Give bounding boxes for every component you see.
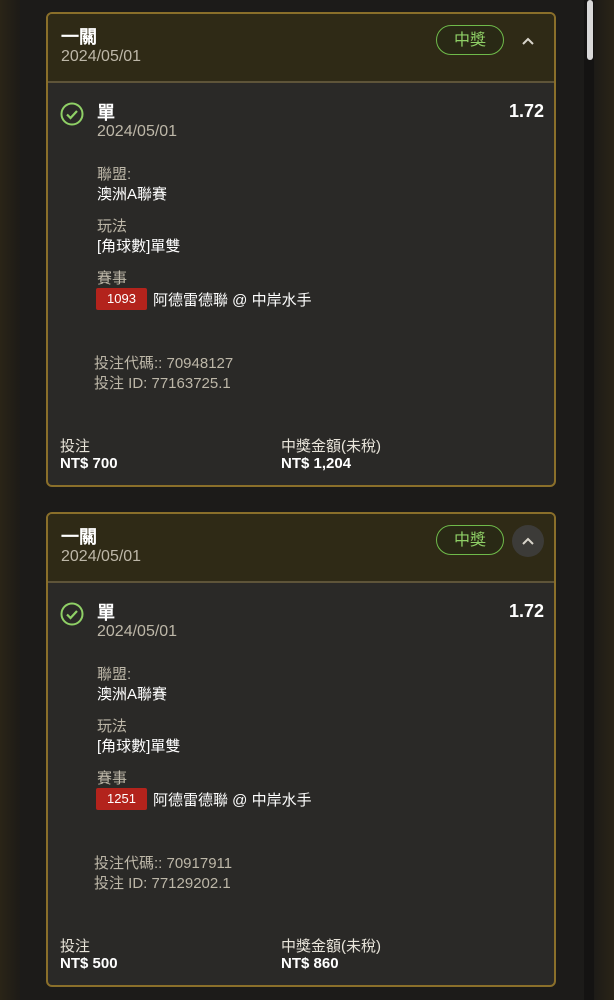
chevron-up-icon (522, 37, 534, 45)
bet-code: 投注代碼:: 70917911 (94, 855, 233, 872)
bet-id: 投注 ID: 77129202.1 (94, 875, 231, 892)
payout-label: 中獎金額(未稅) (281, 438, 381, 455)
scrollbar-track[interactable] (584, 0, 594, 1000)
bet-card: 一關 2024/05/01 中獎 單 2024/05/01 1.72 聯盟: 澳… (46, 12, 556, 487)
payout-value: NT$ 860 (281, 955, 339, 972)
bet-card: 一關 2024/05/01 中獎 單 2024/05/01 1.72 聯盟: 澳… (46, 512, 556, 987)
market-value: [角球數]單雙 (97, 738, 181, 755)
status-badge: 中獎 (436, 525, 504, 555)
event-code-badge: 1093 (96, 288, 147, 310)
league-value: 澳洲A聯賽 (97, 186, 168, 203)
payout-label: 中獎金額(未稅) (281, 938, 381, 955)
event-row: 1251 阿德雷德聯 @ 中岸水手 (96, 788, 312, 810)
bet-id: 投注 ID: 77163725.1 (94, 375, 231, 392)
bet-parlay-title: 一關 (61, 527, 97, 547)
status-badge: 中獎 (436, 25, 504, 55)
bet-parlay-title: 一關 (61, 27, 97, 47)
check-circle-icon (60, 602, 84, 626)
market-value: [角球數]單雙 (97, 238, 181, 255)
odds-value: 1.72 (508, 601, 544, 621)
odds-value: 1.72 (508, 101, 544, 121)
bet-type: 單 (97, 603, 115, 623)
bet-code: 投注代碼:: 70948127 (94, 355, 234, 372)
background-left (0, 0, 20, 1000)
stake-label: 投注 (60, 938, 91, 955)
selection-date: 2024/05/01 (97, 623, 178, 640)
market-label: 玩法 (97, 218, 128, 235)
event-row: 1093 阿德雷德聯 @ 中岸水手 (96, 288, 312, 310)
collapse-button[interactable] (512, 525, 544, 557)
bet-type: 單 (97, 103, 115, 123)
stake-value: NT$ 700 (60, 455, 118, 472)
payout-value: NT$ 1,204 (281, 455, 352, 472)
event-label: 賽事 (97, 270, 128, 287)
bet-placed-date: 2024/05/01 (61, 548, 142, 565)
bet-card-header[interactable]: 一關 2024/05/01 中獎 (48, 514, 554, 583)
event-label: 賽事 (97, 770, 128, 787)
stake-label: 投注 (60, 438, 91, 455)
bet-placed-date: 2024/05/01 (61, 48, 142, 65)
bet-card-header[interactable]: 一關 2024/05/01 中獎 (48, 14, 554, 83)
bet-card-body: 單 2024/05/01 1.72 聯盟: 澳洲A聯賽 玩法 [角球數]單雙 賽… (48, 83, 554, 485)
league-label: 聯盟: (97, 166, 132, 183)
league-value: 澳洲A聯賽 (97, 686, 168, 703)
collapse-button[interactable] (512, 25, 544, 57)
selection-date: 2024/05/01 (97, 123, 178, 140)
league-label: 聯盟: (97, 666, 132, 683)
event-name: 阿德雷德聯 @ 中岸水手 (153, 791, 312, 809)
chevron-up-icon (522, 537, 534, 545)
bet-card-body: 單 2024/05/01 1.72 聯盟: 澳洲A聯賽 玩法 [角球數]單雙 賽… (48, 583, 554, 985)
background-right (594, 0, 614, 1000)
market-label: 玩法 (97, 718, 128, 735)
stake-value: NT$ 500 (60, 955, 118, 972)
event-code-badge: 1251 (96, 788, 147, 810)
check-circle-icon (60, 102, 84, 126)
scrollbar-thumb[interactable] (587, 0, 593, 60)
event-name: 阿德雷德聯 @ 中岸水手 (153, 291, 312, 309)
